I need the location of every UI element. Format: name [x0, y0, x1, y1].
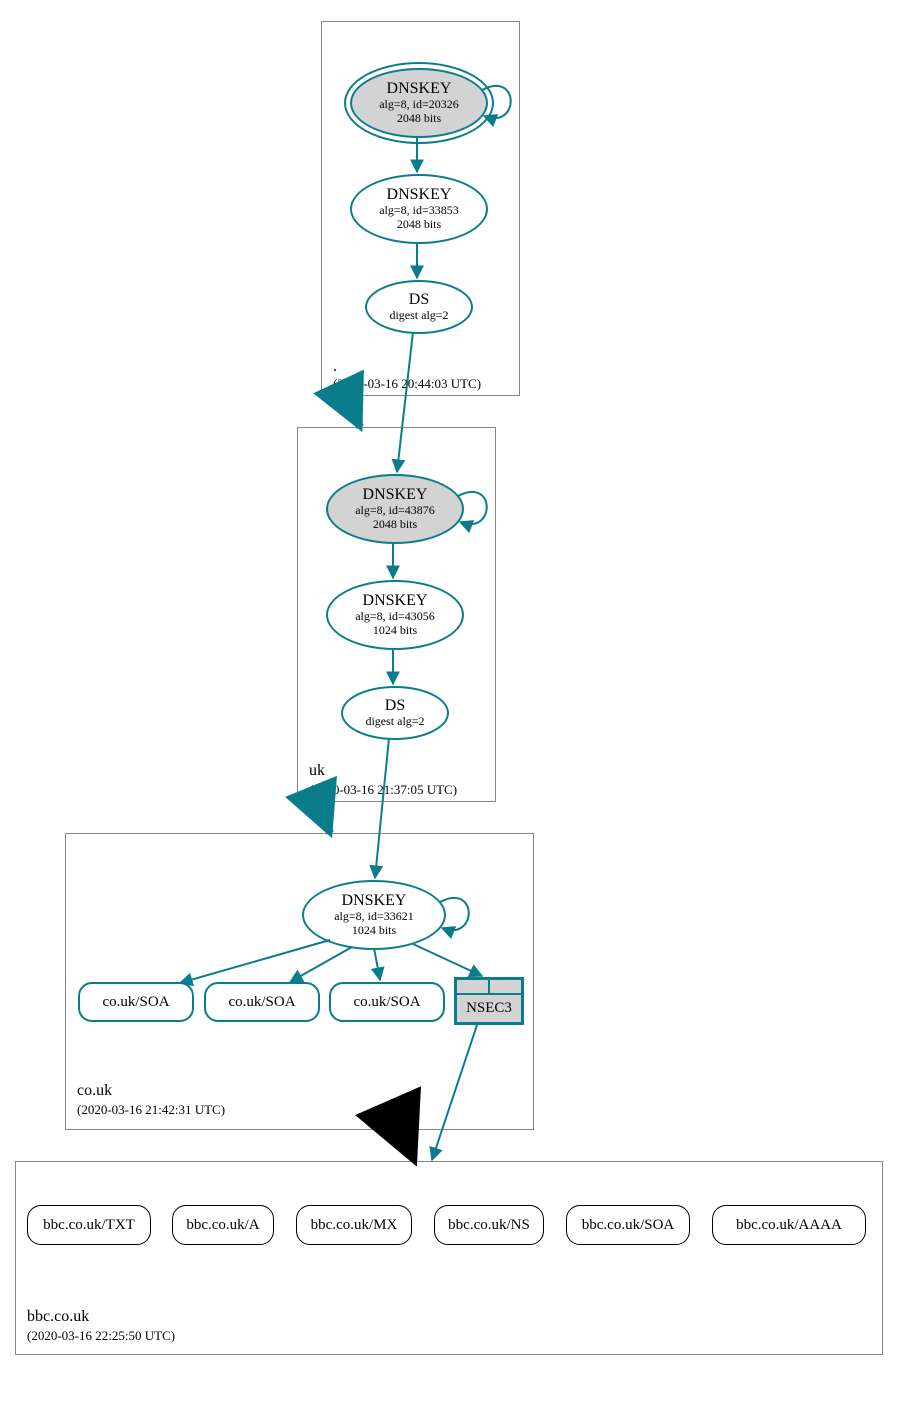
rr-label: bbc.co.uk/MX [311, 1217, 398, 1234]
node-bbc-ns: bbc.co.uk/NS [434, 1205, 544, 1245]
rr-label: bbc.co.uk/AAAA [736, 1217, 842, 1234]
node-root-dnskey-ksk: DNSKEY alg=8, id=20326 2048 bits [350, 68, 488, 138]
node-title: DNSKEY [363, 486, 428, 504]
node-sub: digest alg=2 [389, 309, 448, 323]
rr-label: co.uk/SOA [228, 994, 295, 1011]
node-title: DS [385, 697, 405, 715]
node-bbc-soa: bbc.co.uk/SOA [566, 1205, 690, 1245]
zone-bbc-time: (2020-03-16 22:25:50 UTC) [27, 1328, 175, 1344]
node-sub: alg=8, id=43876 [355, 504, 435, 518]
node-sub: 2048 bits [373, 518, 417, 532]
rr-label: bbc.co.uk/SOA [582, 1217, 675, 1234]
node-couk-soa-2: co.uk/SOA [204, 982, 320, 1022]
zone-couk-time: (2020-03-16 21:42:31 UTC) [77, 1102, 225, 1118]
node-sub: 1024 bits [352, 924, 396, 938]
zone-root-label: . [333, 358, 337, 376]
node-uk-ds: DS digest alg=2 [341, 686, 449, 740]
node-title: DNSKEY [342, 892, 407, 910]
node-bbc-a: bbc.co.uk/A [172, 1205, 274, 1245]
node-root-ds: DS digest alg=2 [365, 280, 473, 334]
zone-uk-label: uk [309, 762, 325, 780]
nsec3-label: NSEC3 [466, 1000, 512, 1017]
zone-root-time: (2020-03-16 20:44:03 UTC) [333, 376, 481, 392]
node-couk-soa-1: co.uk/SOA [78, 982, 194, 1022]
node-sub: alg=8, id=43056 [355, 610, 435, 624]
node-couk-soa-3: co.uk/SOA [329, 982, 445, 1022]
node-uk-dnskey-zsk: DNSKEY alg=8, id=43056 1024 bits [326, 580, 464, 650]
node-sub: alg=8, id=20326 [379, 98, 459, 112]
zone-bbc [15, 1161, 883, 1355]
rr-label: co.uk/SOA [353, 994, 420, 1011]
node-couk-nsec3: NSEC3 [454, 977, 524, 1025]
node-sub: 1024 bits [373, 624, 417, 638]
zone-bbc-label: bbc.co.uk [27, 1308, 89, 1326]
node-root-dnskey-zsk: DNSKEY alg=8, id=33853 2048 bits [350, 174, 488, 244]
rr-label: co.uk/SOA [102, 994, 169, 1011]
node-couk-dnskey: DNSKEY alg=8, id=33621 1024 bits [302, 880, 446, 950]
node-sub: alg=8, id=33621 [334, 910, 414, 924]
rr-label: bbc.co.uk/NS [448, 1217, 530, 1234]
node-bbc-mx: bbc.co.uk/MX [296, 1205, 412, 1245]
node-sub: alg=8, id=33853 [379, 204, 459, 218]
node-title: DS [409, 291, 429, 309]
node-uk-dnskey-ksk: DNSKEY alg=8, id=43876 2048 bits [326, 474, 464, 544]
node-sub: 2048 bits [397, 218, 441, 232]
zone-couk-label: co.uk [77, 1082, 112, 1100]
node-title: DNSKEY [387, 186, 452, 204]
node-bbc-aaaa: bbc.co.uk/AAAA [712, 1205, 866, 1245]
rr-label: bbc.co.uk/TXT [43, 1217, 135, 1234]
node-title: DNSKEY [387, 80, 452, 98]
node-sub: digest alg=2 [365, 715, 424, 729]
node-sub: 2048 bits [397, 112, 441, 126]
node-bbc-txt: bbc.co.uk/TXT [27, 1205, 151, 1245]
rr-label: bbc.co.uk/A [186, 1217, 259, 1234]
zone-uk-time: (2020-03-16 21:37:05 UTC) [309, 782, 457, 798]
node-title: DNSKEY [363, 592, 428, 610]
